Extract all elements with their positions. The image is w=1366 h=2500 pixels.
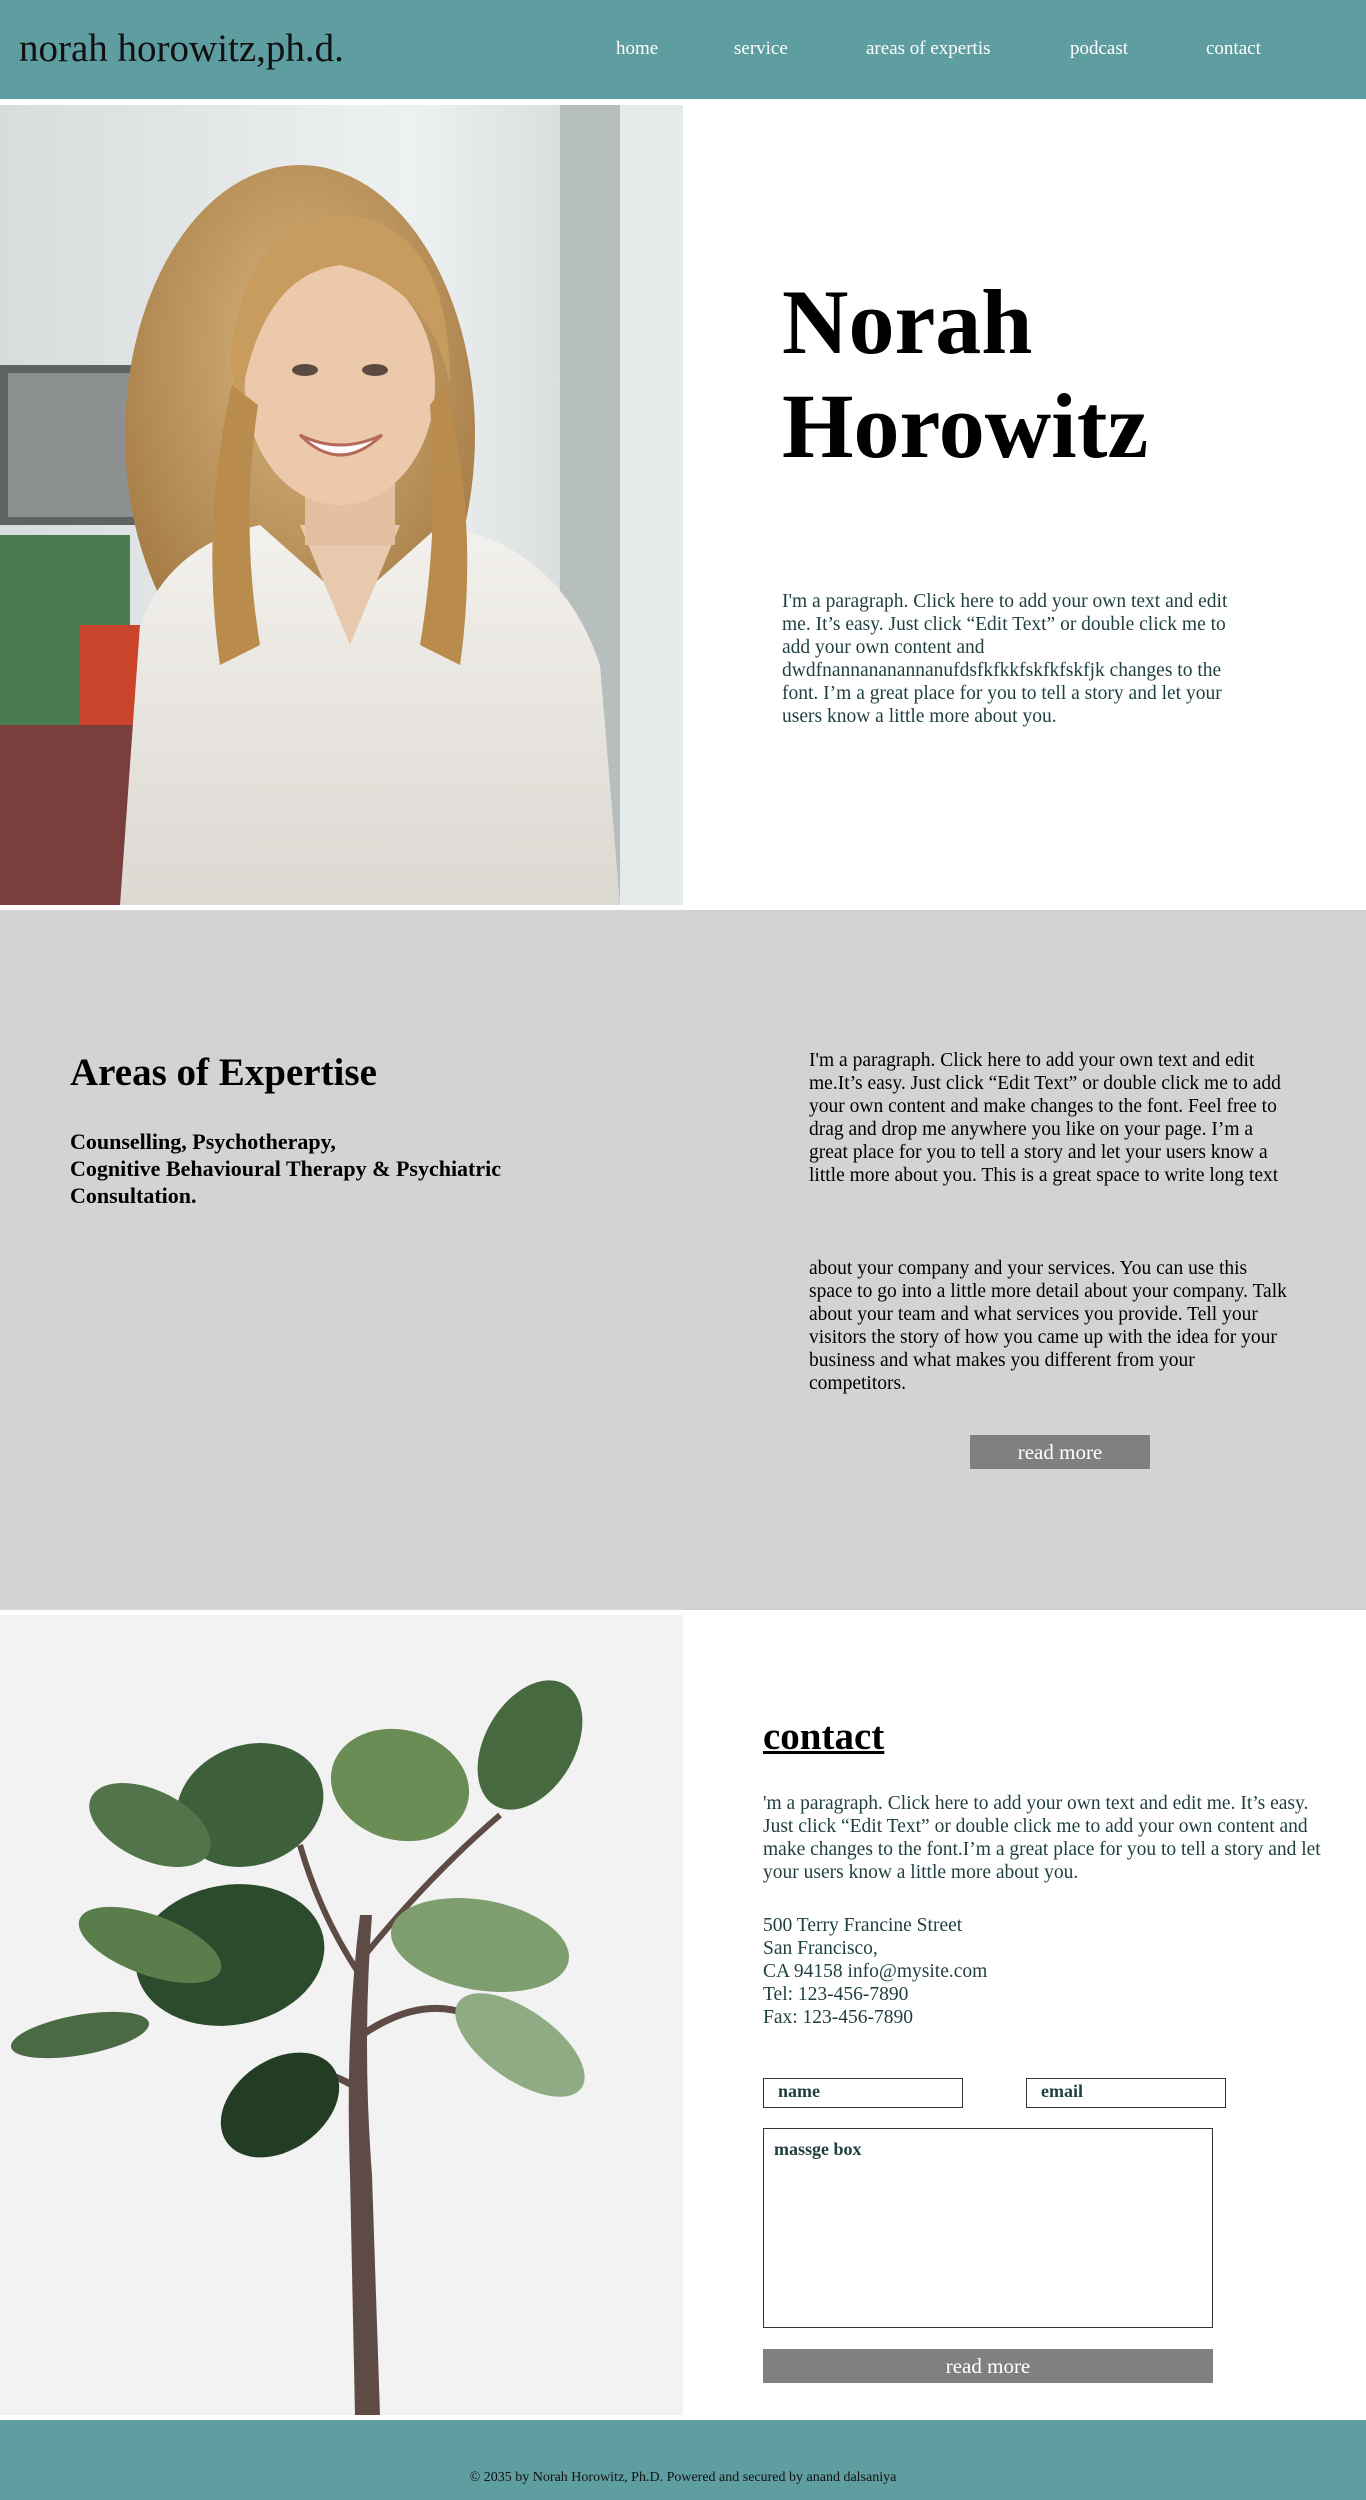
expertise-subtitle: Counselling, Psychotherapy, Cognitive Be… — [70, 1128, 590, 1209]
main-nav: home service areas of expertis podcast c… — [0, 38, 1366, 62]
address-line: San Francisco, — [763, 1938, 878, 1959]
message-box[interactable]: massge box — [763, 2128, 1213, 2328]
plant-photo — [0, 1615, 683, 2415]
contact-submit-button[interactable]: read more — [763, 2349, 1213, 2383]
expertise-paragraph-1: I'm a paragraph. Click here to add your … — [809, 1050, 1281, 1186]
email-field[interactable]: email — [1026, 2078, 1226, 2108]
expertise-subtitle-line: Consultation. — [70, 1183, 197, 1208]
nav-contact[interactable]: contact — [1206, 38, 1261, 60]
nav-podcast[interactable]: podcast — [1070, 38, 1128, 60]
contact-paragraph: 'm a paragraph. Click here to add your o… — [763, 1793, 1321, 1883]
address-line: 500 Terry Francine Street — [763, 1915, 963, 1936]
footer-copyright: © 2035 by Norah Horowitz, Ph.D. Powered … — [469, 2470, 897, 2485]
expertise-section: Areas of Expertise Counselling, Psychoth… — [0, 910, 1366, 1610]
address-line: CA 94158 info@mysite.com — [763, 1961, 988, 1982]
expertise-subtitle-line: Cognitive Behavioural Therapy & Psychiat… — [70, 1156, 502, 1181]
expertise-paragraph-2: about your company and your services. Yo… — [809, 1258, 1287, 1394]
fax-number: Fax: 123-456-7890 — [763, 2007, 914, 2028]
site-footer: © 2035 by Norah Horowitz, Ph.D. Powered … — [0, 2420, 1366, 2500]
expertise-subtitle-line: Counselling, Psychotherapy, — [70, 1129, 336, 1154]
phone-number: Tel: 123-456-7890 — [763, 1984, 909, 2005]
hero-portrait-photo — [0, 105, 683, 905]
hero-title-first-name: Norah — [782, 271, 1033, 373]
nav-areas-of-expertise[interactable]: areas of expertis — [866, 38, 991, 60]
name-field[interactable]: name — [763, 2078, 963, 2108]
hero-title-last-name: Horowitz — [782, 375, 1149, 477]
hero-paragraph: I'm a paragraph. Click here to add your … — [782, 591, 1228, 727]
hero-title: Norah Horowitz — [782, 270, 1148, 478]
contact-title: contact — [763, 1715, 885, 1758]
site-header: norah horowitz,ph.d. home service areas … — [0, 0, 1366, 99]
expertise-title: Areas of Expertise — [70, 1051, 377, 1094]
nav-home[interactable]: home — [616, 38, 658, 60]
expertise-read-more-button[interactable]: read more — [970, 1435, 1150, 1469]
contact-info: 500 Terry Francine Street San Francisco,… — [763, 1914, 1163, 2029]
nav-service[interactable]: service — [734, 38, 788, 60]
